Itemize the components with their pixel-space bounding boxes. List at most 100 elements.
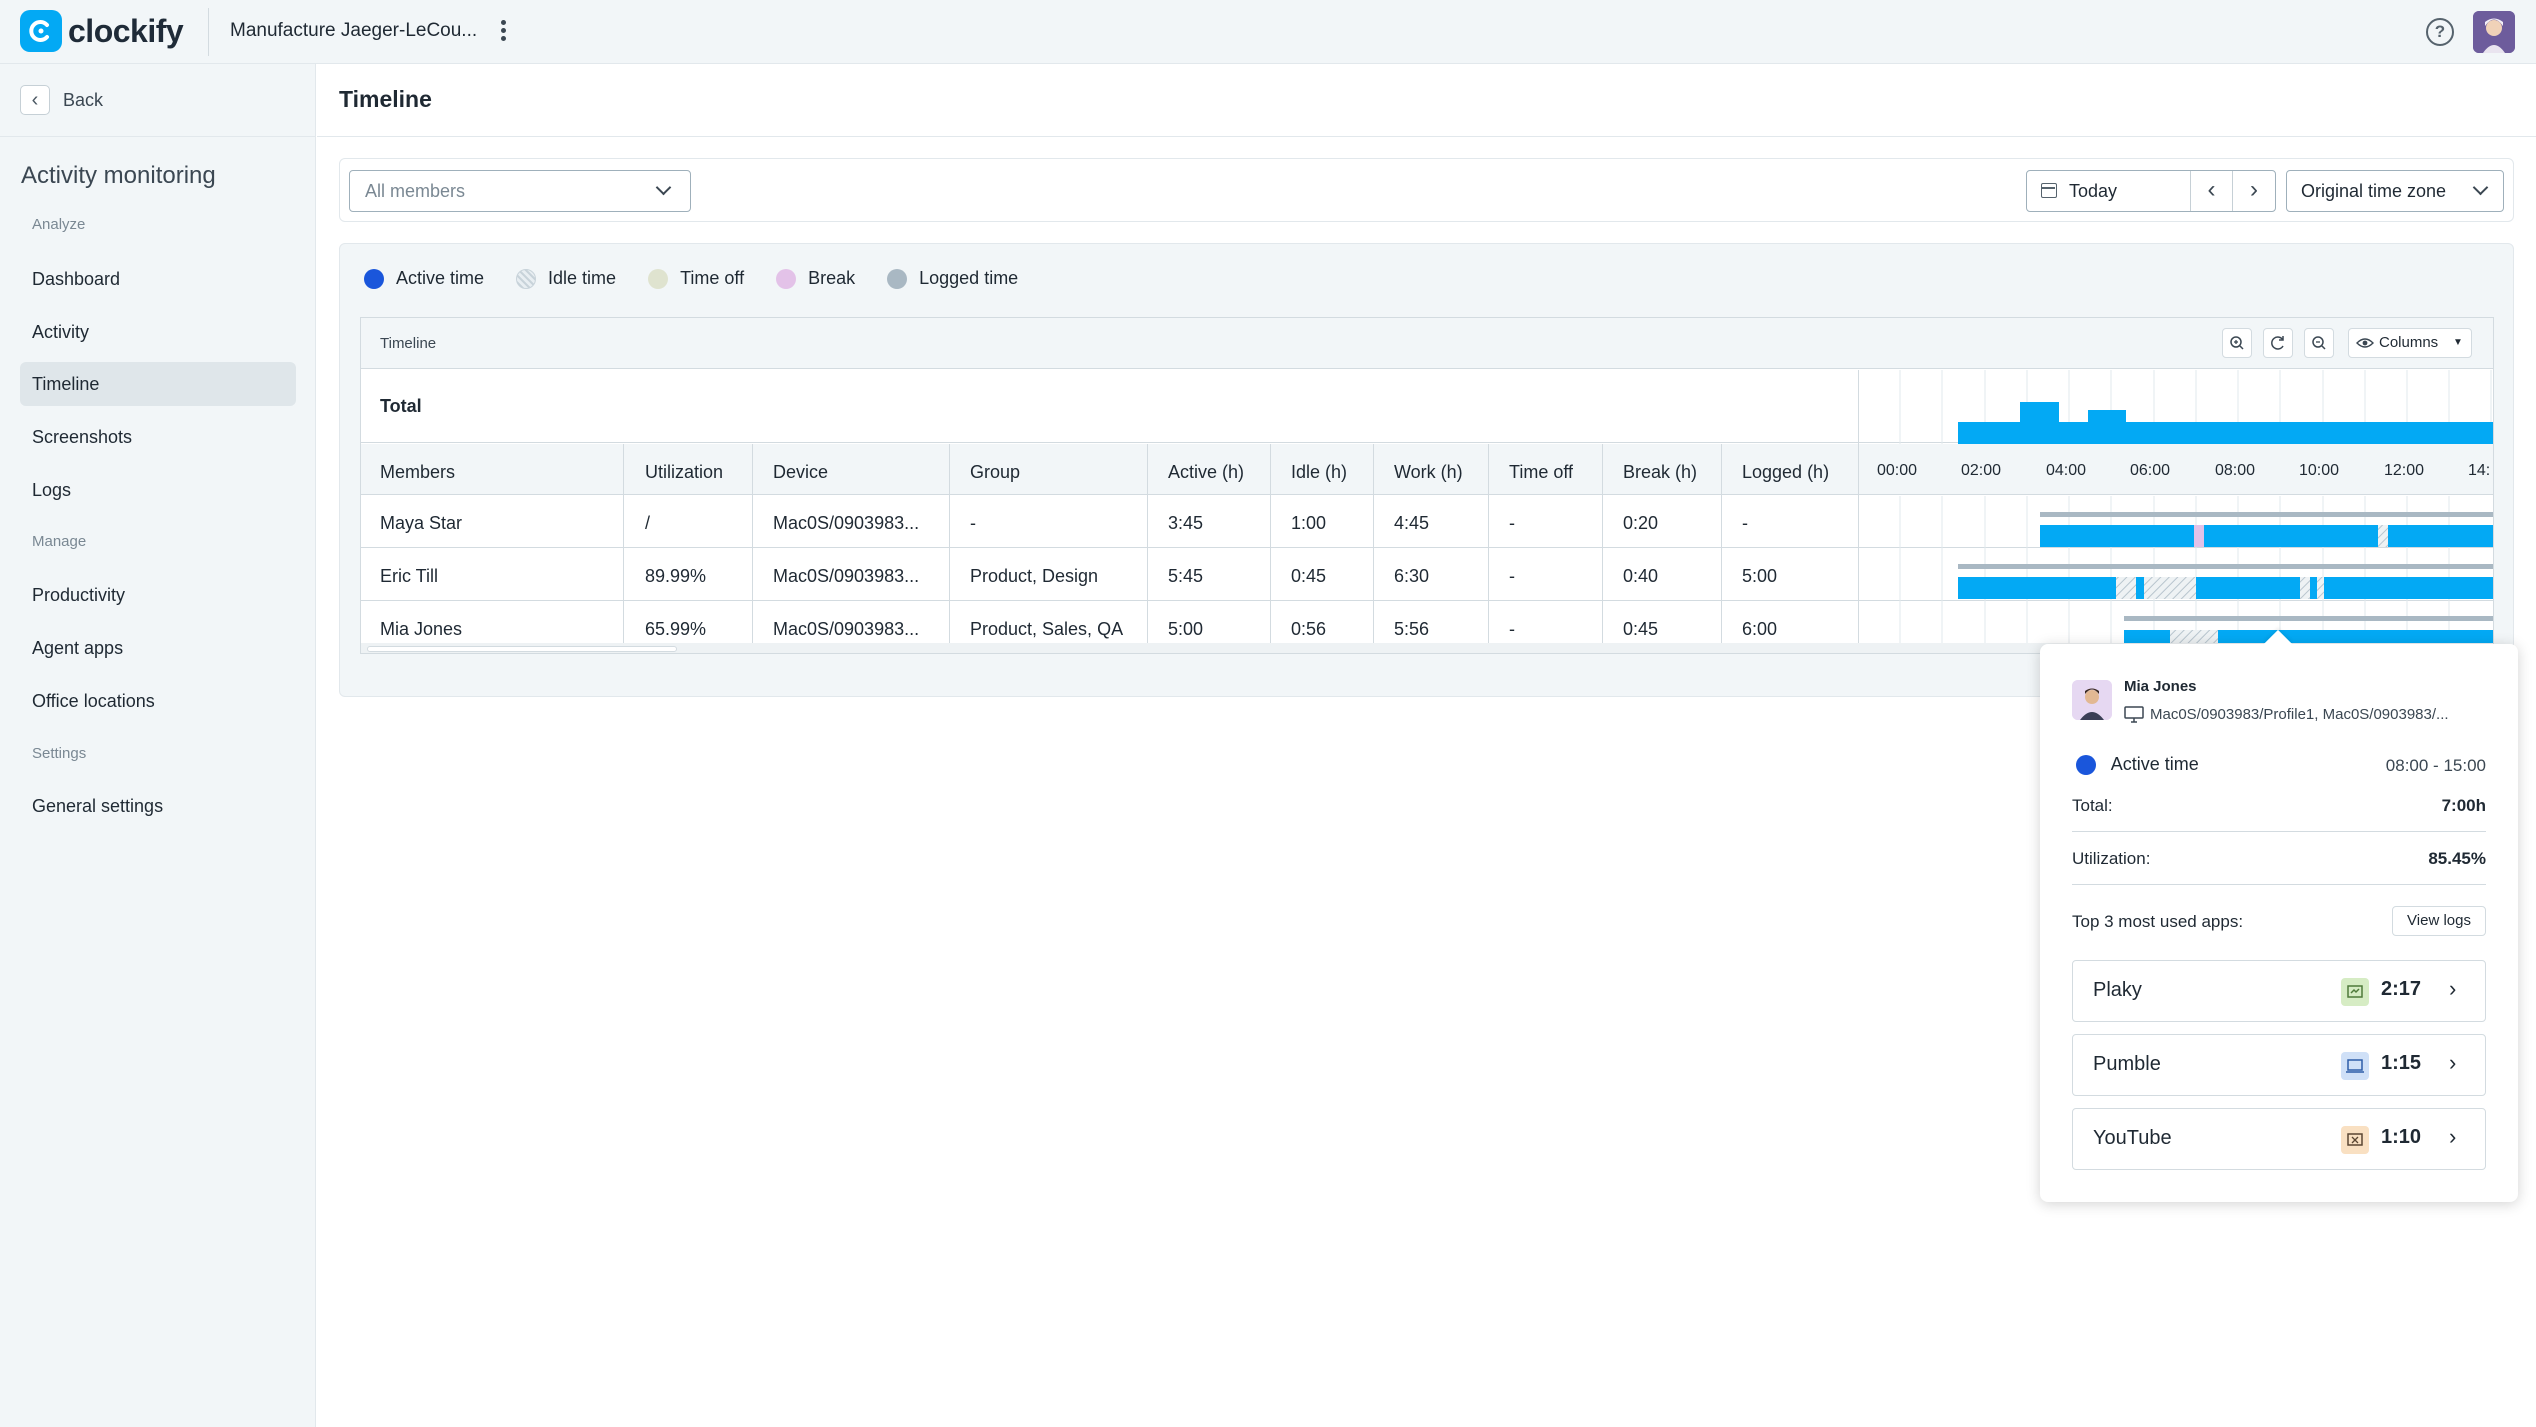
members-dropdown-value: All members xyxy=(365,181,466,201)
sidebar-item-office-locations[interactable]: Office locations xyxy=(20,679,296,723)
device-value: Mac0S/0903983... xyxy=(773,566,920,586)
total-label: Total xyxy=(380,396,422,416)
popup-device: Mac0S/0903983/Profile1, Mac0S/0903983/..… xyxy=(2150,706,2449,723)
sidebar-item-dashboard[interactable]: Dashboard xyxy=(20,257,296,301)
top-bar: clockify Manufacture Jaeger-LeCou... ? xyxy=(0,0,2536,64)
section-label-manage: Manage xyxy=(32,533,87,550)
member-name[interactable]: Mia Jones xyxy=(380,619,462,640)
help-icon[interactable]: ? xyxy=(2426,18,2454,46)
legend-label: Time off xyxy=(680,268,745,288)
col-header-device[interactable]: Device xyxy=(773,462,828,483)
active-value: 5:00 xyxy=(1168,619,1204,639)
divider xyxy=(317,136,2536,137)
timeline-table: Timeline Columns ▼ Total Members Utiliza… xyxy=(360,317,2494,654)
col-header-logged[interactable]: Logged (h) xyxy=(1742,462,1829,483)
utilization-value: 85.45% xyxy=(2428,849,2486,868)
col-header-work[interactable]: Work (h) xyxy=(1394,462,1463,483)
divider xyxy=(1373,444,1374,653)
sidebar-item-timeline[interactable]: Timeline xyxy=(20,362,296,406)
back-button[interactable]: ‹ Back xyxy=(20,85,103,115)
app-card-youtube[interactable]: YouTube 1:10 › xyxy=(2072,1108,2486,1170)
total-value: 7:00h xyxy=(2441,796,2486,815)
col-header-members[interactable]: Members xyxy=(380,462,455,483)
app-card-pumble[interactable]: Pumble 1:15 › xyxy=(2072,1034,2486,1096)
legend-swatch xyxy=(364,268,384,289)
col-header-idle[interactable]: Idle (h) xyxy=(1291,462,1347,483)
member-name[interactable]: Maya Star xyxy=(380,513,462,534)
legend-item-logged: Logged time xyxy=(887,268,1018,289)
app-name: YouTube xyxy=(2093,1127,2172,1149)
work-value: 5:56 xyxy=(1394,619,1430,639)
popup-member-name: Mia Jones xyxy=(2124,678,2197,695)
break-value: 0:45 xyxy=(1623,619,1659,639)
sidebar-item-agent-apps[interactable]: Agent apps xyxy=(20,626,296,670)
member-name[interactable]: Eric Till xyxy=(380,566,438,587)
divider xyxy=(2072,884,2486,885)
workspace-name[interactable]: Manufacture Jaeger-LeCou... xyxy=(230,20,477,42)
break-value: 0:20 xyxy=(1623,513,1659,533)
section-label-analyze: Analyze xyxy=(32,216,86,233)
view-logs-button[interactable]: View logs xyxy=(2392,906,2486,936)
legend-swatch xyxy=(516,268,537,289)
timeline-chart xyxy=(1899,370,2493,653)
table-title: Timeline xyxy=(380,335,437,352)
col-header-group[interactable]: Group xyxy=(970,462,1020,483)
divider xyxy=(0,136,316,137)
total-row: Total: 7:00h xyxy=(2072,796,2486,816)
time-off-value: - xyxy=(1509,566,1515,586)
col-header-active[interactable]: Active (h) xyxy=(1168,462,1244,483)
sidebar-item-logs[interactable]: Logs xyxy=(20,468,296,512)
col-header-utilization[interactable]: Utilization xyxy=(645,462,723,483)
zoom-in-button[interactable] xyxy=(2222,328,2252,358)
scrollbar-thumb[interactable] xyxy=(367,646,677,652)
clockify-logo[interactable]: clockify xyxy=(20,10,184,52)
logged-value: 5:00 xyxy=(1742,566,1778,586)
utilization-value: / xyxy=(645,513,651,533)
more-options-icon[interactable] xyxy=(495,18,511,46)
col-header-break[interactable]: Break (h) xyxy=(1623,462,1697,483)
active-value: 3:45 xyxy=(1168,513,1204,533)
chevron-right-icon: › xyxy=(2449,1050,2457,1075)
logged-value: - xyxy=(1742,513,1748,533)
calendar-icon xyxy=(2041,183,2057,198)
youtube-icon xyxy=(2341,1126,2369,1154)
app-time: 2:17 xyxy=(2381,978,2422,1000)
reset-zoom-button[interactable] xyxy=(2263,328,2293,358)
chevron-right-icon: › xyxy=(2449,976,2457,1001)
timezone-value: Original time zone xyxy=(2301,181,2447,201)
columns-label: Columns xyxy=(2379,334,2439,351)
sidebar-item-general-settings[interactable]: General settings xyxy=(20,784,296,828)
col-header-time-off[interactable]: Time off xyxy=(1509,462,1573,483)
timezone-dropdown[interactable]: Original time zone xyxy=(2286,170,2504,212)
table-toolbar: Timeline Columns ▼ xyxy=(361,318,2493,369)
zoom-out-button[interactable] xyxy=(2304,328,2334,358)
members-dropdown[interactable]: All members xyxy=(349,170,691,212)
columns-button[interactable]: Columns ▼ xyxy=(2348,328,2472,358)
clockify-logo-icon xyxy=(20,10,62,52)
app-card-plaky[interactable]: Plaky 2:17 › xyxy=(2072,960,2486,1022)
app-name: Plaky xyxy=(2093,979,2142,1001)
user-avatar[interactable] xyxy=(2473,11,2515,53)
date-picker: Today ‹ › xyxy=(2026,170,2276,212)
next-day-button[interactable]: › xyxy=(2233,171,2275,211)
legend-item-active: Active time xyxy=(364,268,484,289)
device-value: Mac0S/0903983... xyxy=(773,513,920,533)
date-today-button[interactable]: Today xyxy=(2027,171,2191,211)
active-dot xyxy=(2076,754,2096,775)
utilization-row: Utilization: 85.45% xyxy=(2072,849,2486,869)
divider xyxy=(1147,444,1148,653)
page-title: Timeline xyxy=(339,86,432,112)
group-value: Product, Sales, QA xyxy=(970,619,1124,639)
time-off-value: - xyxy=(1509,513,1515,533)
sidebar-item-productivity[interactable]: Productivity xyxy=(20,573,296,617)
section-label-settings: Settings xyxy=(32,745,87,762)
prev-day-button[interactable]: ‹ xyxy=(2191,171,2233,211)
sidebar: ‹ Back Activity monitoring Analyze Dashb… xyxy=(0,64,316,1427)
legend-item-break: Break xyxy=(776,268,855,289)
sidebar-item-activity[interactable]: Activity xyxy=(20,310,296,354)
work-value: 6:30 xyxy=(1394,566,1430,586)
idle-value: 1:00 xyxy=(1291,513,1327,533)
sidebar-item-screenshots[interactable]: Screenshots xyxy=(20,415,296,459)
eye-icon xyxy=(2356,338,2374,348)
date-label: Today xyxy=(2069,181,2118,201)
